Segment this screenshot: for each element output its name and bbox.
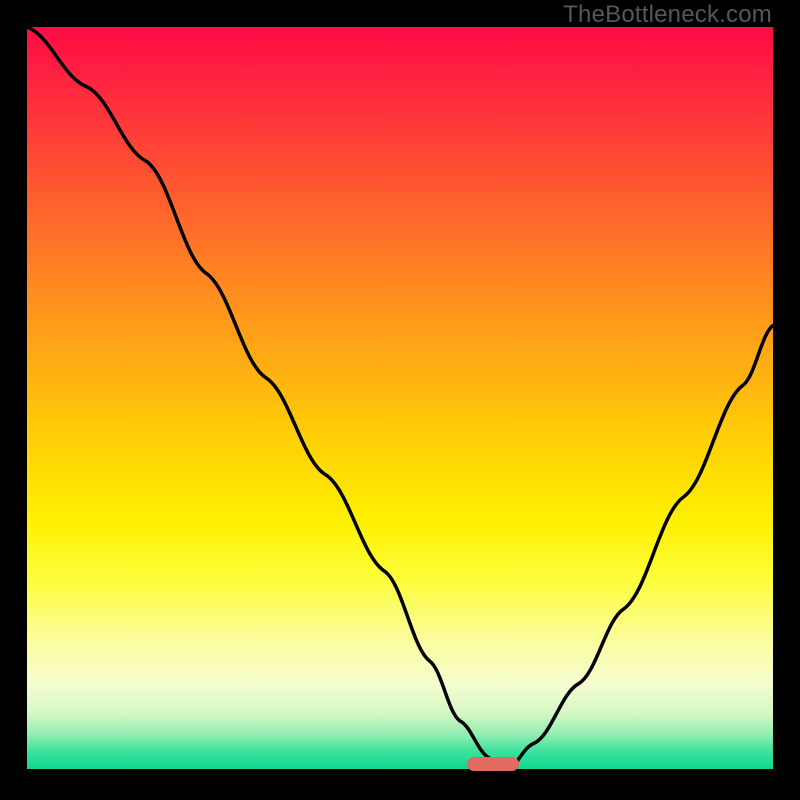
watermark-text: TheBottleneck.com [563,1,772,29]
x-axis-baseline [27,769,773,773]
optimal-range-marker [467,757,519,771]
chart-frame: TheBottleneck.com [0,0,800,800]
curve-svg [27,27,773,773]
bottleneck-curve-line [27,27,773,773]
plot-area [27,27,773,773]
